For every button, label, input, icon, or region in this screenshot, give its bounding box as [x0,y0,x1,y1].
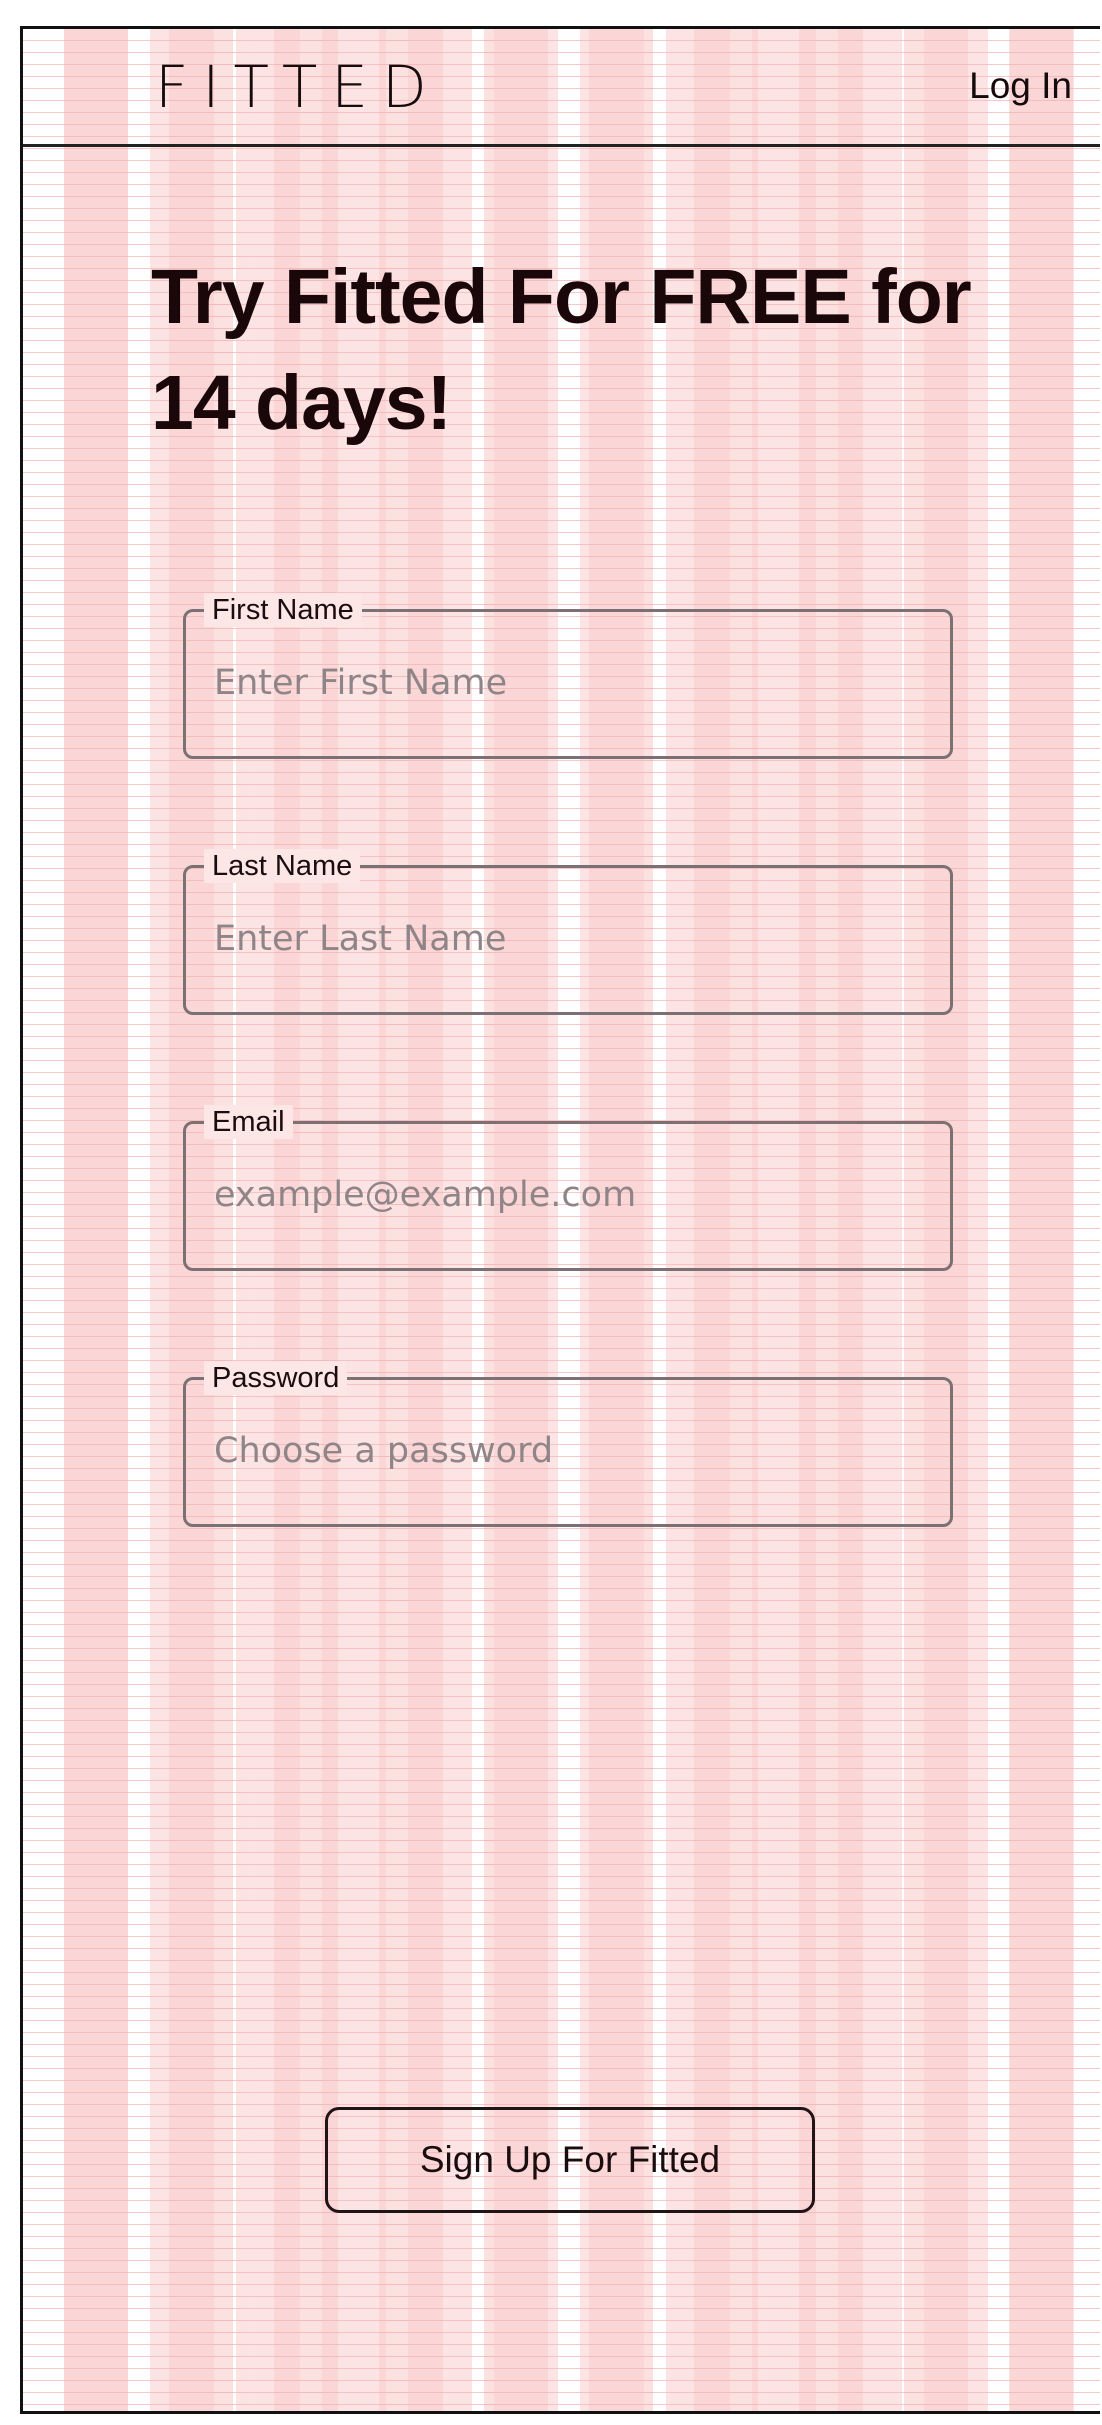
brand-logo[interactable]: FITTED [155,53,441,121]
last-name-input[interactable] [214,914,914,964]
grid-column [64,29,128,2411]
sign-up-button[interactable]: Sign Up For Fitted [325,2107,815,2213]
top-bar: FITTED Log In [23,29,1100,147]
password-label: Password [204,1361,348,1395]
email-label: Email [204,1105,293,1139]
page-title: Try Fitted For FREE for 14 days! [151,254,972,446]
first-name-label: First Name [204,593,362,627]
first-name-field: First Name [183,593,953,759]
first-name-input[interactable] [214,658,914,708]
last-name-label: Last Name [204,849,361,883]
login-link[interactable]: Log In [969,65,1072,107]
email-field: Email [183,1105,953,1271]
password-field: Password [183,1361,953,1527]
last-name-field: Last Name [183,849,953,1015]
email-input[interactable] [214,1170,914,1220]
password-input[interactable] [214,1426,914,1476]
app-frame: FITTED Log In Try Fitted For FREE for 14… [20,26,1100,2414]
